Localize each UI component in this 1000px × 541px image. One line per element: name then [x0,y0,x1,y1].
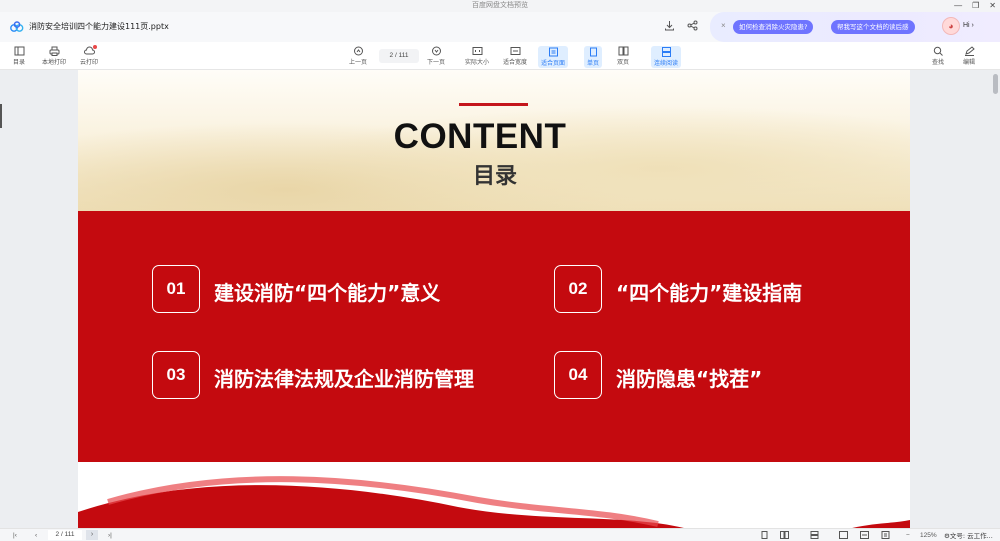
toc-label: 目录 [13,59,26,66]
double-page-icon [618,46,628,56]
next-page-small-button[interactable]: › [86,530,98,540]
fit-page-icon[interactable] [881,531,890,539]
status-page-indicator[interactable]: 2 / 111 [48,530,82,540]
agenda-panel: 01 建设消防“四个能力”意义 02 “四个能力”建设指南 03 消防法律法规及… [78,211,910,464]
double-page-icon[interactable] [780,531,789,539]
search-icon [933,46,943,56]
slide-subtitle: 目录 [472,164,517,189]
agenda-label: “四个能力”建设指南 [616,281,803,305]
fit-page-label: 适合页面 [541,60,566,67]
share-icon[interactable] [687,20,698,31]
agenda-number: 04 [554,351,602,399]
page-number-input[interactable]: 2 / 111 [379,49,419,63]
fit-width-icon [510,47,520,55]
ai-suggestion-chip[interactable]: 如何检查消除火灾隐患? [733,20,814,34]
actual-size-icon [472,47,482,55]
window-controls: — ❐ ✕ [954,0,996,12]
red-ribbon-graphic [78,476,910,528]
edit-button[interactable]: 编辑 [963,46,975,66]
prev-page-button[interactable]: 上一页 [349,46,367,66]
next-page-label: 下一页 [427,59,446,66]
maximize-button[interactable]: ❐ [972,0,979,12]
assistant-avatar-icon[interactable]: ◕ [942,17,960,35]
fit-width-label: 适合宽度 [503,59,528,66]
title-accent-line [459,103,528,106]
download-icon[interactable] [664,20,675,31]
slide-page-2: CONTENT 目录 01 建设消防“四个能力”意义 02 “四个能力”建设指南… [78,70,910,464]
single-page-icon [589,47,597,57]
document-actions [664,20,698,31]
double-page-label: 双页 [617,59,630,66]
slide-title: CONTENT [393,117,567,156]
document-filename: 消防安全培训四个能力建设111页.pptx [29,22,169,31]
actual-size-label: 实际大小 [465,59,490,66]
continuous-read-button[interactable]: 连续阅读 [651,46,682,68]
window-title: 百度网盘文档预览 [472,2,528,9]
cloud-logo-icon [10,21,24,32]
close-window-button[interactable]: ✕ [989,0,996,12]
zoom-level: 125% [920,532,937,539]
agenda-label: 消防隐患“找茬” [616,367,763,391]
ai-greeting[interactable]: Hi › [963,22,974,29]
single-page-icon[interactable] [760,531,769,539]
chevron-down-icon [431,46,441,56]
last-page-button[interactable]: ›| [108,531,112,540]
prev-page-label: 上一页 [349,59,368,66]
next-page-button[interactable]: 下一页 [427,46,445,66]
continuous-read-label: 连续阅读 [654,60,679,67]
edit-label: 编辑 [963,59,976,66]
local-print-label: 本地打印 [42,59,67,66]
toc-button[interactable]: 目录 [13,46,25,66]
agenda-number: 03 [152,351,200,399]
ai-suggestion-chip[interactable]: 帮我写这个文档的读后感 [831,20,915,34]
search-button[interactable]: 查找 [932,46,944,66]
first-page-button[interactable]: |‹ [13,531,17,540]
single-page-button[interactable]: 单页 [584,46,603,68]
toc-icon [14,46,24,56]
double-page-button[interactable]: 双页 [617,46,629,66]
prev-page-small-button[interactable]: ‹ [35,531,37,540]
window-title-bar: 百度网盘文档预览 — ❐ ✕ [0,0,1000,12]
document-viewport[interactable]: CONTENT 目录 01 建设消防“四个能力”意义 02 “四个能力”建设指南… [0,70,1000,528]
cloud-print-button[interactable]: 云打印 [80,45,99,66]
agenda-number: 02 [554,265,602,313]
agenda-number: 01 [152,265,200,313]
chevron-up-icon [353,46,363,56]
slide-page-3 [78,462,910,528]
edit-icon [964,46,975,56]
fit-width-icon[interactable] [860,531,869,539]
continuous-icon[interactable] [810,531,819,539]
continuous-icon [661,47,671,57]
fit-page-icon [548,47,558,57]
fit-width-button[interactable]: 适合宽度 [503,46,527,66]
viewer-toolbar: 目录 本地打印 云打印 上一页 2 / 111 下一页 实际大小 适合宽度 适合… [0,42,1000,70]
single-page-label: 单页 [587,60,600,67]
agenda-label: 消防法律法规及企业消防管理 [214,367,474,391]
system-tray-text: ⚙文号: 云工作... [944,532,993,540]
fit-page-button[interactable]: 适合页面 [538,46,569,68]
minimize-button[interactable]: — [954,0,962,12]
ai-assistant-panel: × 如何检查消除火灾隐患? 帮我写这个文档的读后感 ◕ Hi › [710,12,1000,42]
agenda-label: 建设消防“四个能力”意义 [214,281,441,305]
vertical-scrollbar[interactable] [993,74,998,94]
cloud-print-label: 云打印 [80,59,99,66]
text-cursor-marker [0,104,2,128]
actual-size-icon[interactable] [839,531,848,539]
zoom-out-button[interactable]: − [906,531,910,540]
printer-icon [49,46,59,56]
status-bar: |‹ ‹ 2 / 111 › ›| − 125% ⚙文号: 云工作... [0,528,1000,541]
actual-size-button[interactable]: 实际大小 [465,46,489,66]
ai-close-button[interactable]: × [721,21,726,30]
notification-dot [92,45,97,49]
local-print-button[interactable]: 本地打印 [42,46,66,66]
search-label: 查找 [932,59,945,66]
